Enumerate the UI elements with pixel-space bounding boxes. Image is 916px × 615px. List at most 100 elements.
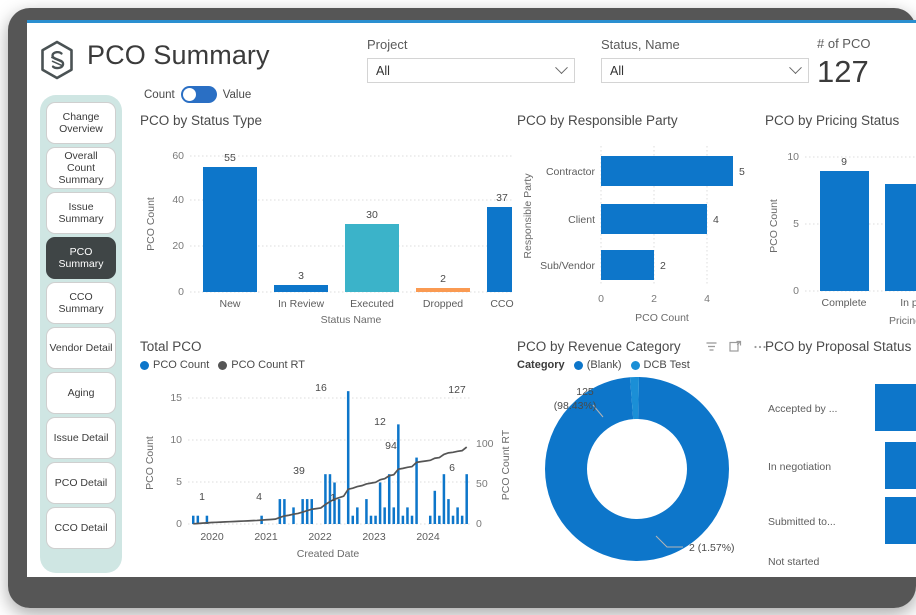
bar-contractor[interactable] [601, 156, 733, 186]
ytick: 60 [172, 150, 184, 162]
ytick: 10 [170, 434, 182, 446]
xtick: 0 [598, 293, 604, 305]
bar-new[interactable] [203, 167, 257, 292]
ytick: 5 [176, 476, 182, 488]
bar[interactable] [461, 516, 464, 524]
bar-dropped[interactable] [416, 288, 470, 292]
legend-title: Category [517, 359, 565, 371]
point-label: 1 [330, 492, 336, 504]
toggle-switch[interactable] [181, 86, 217, 103]
bar[interactable] [283, 499, 286, 524]
bar[interactable] [438, 516, 441, 524]
ytick: Accepted by ... [768, 403, 837, 415]
bar-in-progress[interactable] [885, 184, 916, 291]
bar[interactable] [393, 507, 396, 524]
bar[interactable] [383, 507, 386, 524]
kpi-label: # of PCO [817, 36, 870, 51]
chart-pco-by-responsible-party: 5 4 2 Contractor Client Sub/Vendor 0 2 4… [517, 134, 767, 326]
report-canvas: PCO Summary Project All Status, Name All… [27, 23, 916, 577]
bar[interactable] [447, 499, 450, 524]
bar[interactable] [370, 516, 373, 524]
bar[interactable] [310, 499, 313, 524]
sidebar-item-change-overview[interactable]: Change Overview [46, 102, 116, 144]
ytick: Submitted to... [768, 516, 836, 528]
status-name-slicer[interactable]: Status, Name All [601, 37, 809, 83]
bar[interactable] [356, 507, 359, 524]
visual-pco-by-pricing-status[interactable]: PCO by Pricing Status 0 5 10 PCO Count 9… [765, 113, 916, 328]
bar-accepted-by[interactable] [875, 384, 916, 431]
visual-pco-by-status-type[interactable]: PCO by Status Type 0 20 40 60 PCO Count … [140, 113, 520, 328]
donut-slice-blank[interactable] [566, 398, 708, 540]
sidebar-item-issue-summary[interactable]: Issue Summary [46, 192, 116, 234]
visual-pco-by-responsible-party[interactable]: PCO by Responsible Party 5 4 2 Contracto… [517, 113, 767, 328]
bar[interactable] [465, 474, 468, 524]
bar[interactable] [374, 516, 377, 524]
bar[interactable] [379, 482, 382, 524]
bar-submitted-to[interactable] [885, 497, 916, 544]
bar[interactable] [352, 516, 355, 524]
bar[interactable] [402, 516, 405, 524]
bar[interactable] [365, 499, 368, 524]
visual-pco-by-proposal-status[interactable]: PCO by Proposal Status Accepted by ... I… [765, 339, 916, 577]
bar[interactable] [452, 516, 455, 524]
bar-executed[interactable] [345, 224, 399, 292]
project-slicer-dropdown[interactable]: All [367, 58, 575, 83]
sidebar-item-issue-detail[interactable]: Issue Detail [46, 417, 116, 459]
legend-item[interactable]: PCO Count [140, 359, 209, 371]
visual-title: PCO by Status Type [140, 113, 520, 128]
bar[interactable] [279, 499, 282, 524]
bar[interactable] [388, 474, 391, 524]
ytick: 15 [170, 392, 182, 404]
legend-item[interactable]: PCO Count RT [218, 359, 305, 371]
bar[interactable] [397, 424, 400, 524]
legend-item[interactable]: DCB Test [631, 359, 690, 371]
y2-axis-title: PCO Count RT [500, 429, 512, 500]
chevron-down-icon [555, 61, 568, 74]
bar[interactable] [338, 499, 341, 524]
chart-pco-by-status-type: 0 20 40 60 PCO Count 55 3 30 2 37 New In… [140, 134, 520, 326]
point-label: 12 [374, 416, 386, 428]
status-slicer-dropdown[interactable]: All [601, 58, 809, 83]
bar[interactable] [429, 516, 432, 524]
sidebar-item-overall-count-summary[interactable]: Overall Count Summary [46, 147, 116, 189]
visual-pco-by-revenue-category[interactable]: PCO by Revenue Category [517, 339, 767, 577]
bar[interactable] [456, 507, 459, 524]
bar[interactable] [434, 491, 437, 524]
bar-label: 3 [298, 270, 304, 282]
bar[interactable] [415, 458, 418, 524]
point-label: 1 [199, 491, 205, 503]
legend-item[interactable]: (Blank) [574, 359, 622, 371]
xtick: 2021 [254, 531, 278, 543]
ytick: Not started [768, 556, 820, 568]
sidebar-item-vendor-detail[interactable]: Vendor Detail [46, 327, 116, 369]
sidebar-item-pco-detail[interactable]: PCO Detail [46, 462, 116, 504]
bar[interactable] [192, 516, 195, 524]
ytick: 0 [178, 286, 184, 298]
xtick: In Review [278, 298, 325, 310]
filter-icon[interactable] [705, 340, 718, 353]
sidebar-item-aging[interactable]: Aging [46, 372, 116, 414]
bar[interactable] [443, 474, 446, 524]
focus-mode-icon[interactable] [729, 340, 742, 353]
visual-total-pco[interactable]: Total PCO PCO Count PCO Count RT 0 5 10 … [140, 339, 520, 577]
bar-sub-vendor[interactable] [601, 250, 654, 280]
bar[interactable] [347, 391, 350, 524]
bar[interactable] [406, 507, 409, 524]
project-slicer[interactable]: Project All [367, 37, 575, 83]
bar-in-negotiation[interactable] [885, 442, 916, 489]
bar-cco[interactable] [487, 207, 512, 292]
x-axis-title: PCO Count [635, 312, 689, 324]
bar[interactable] [292, 507, 295, 524]
sidebar-item-cco-detail[interactable]: CCO Detail [46, 507, 116, 549]
count-value-toggle[interactable]: Count Value [144, 86, 251, 103]
bar[interactable] [324, 474, 327, 524]
bar-client[interactable] [601, 204, 707, 234]
sidebar-item-pco-summary[interactable]: PCO Summary [46, 237, 116, 279]
visual-title: PCO by Revenue Category [517, 339, 681, 354]
bar-in-review[interactable] [274, 285, 328, 292]
bar[interactable] [411, 516, 414, 524]
sidebar-item-cco-summary[interactable]: CCO Summary [46, 282, 116, 324]
bar-complete[interactable] [820, 171, 869, 291]
xtick: 2023 [362, 531, 386, 543]
visual-header: PCO by Revenue Category [517, 339, 767, 354]
